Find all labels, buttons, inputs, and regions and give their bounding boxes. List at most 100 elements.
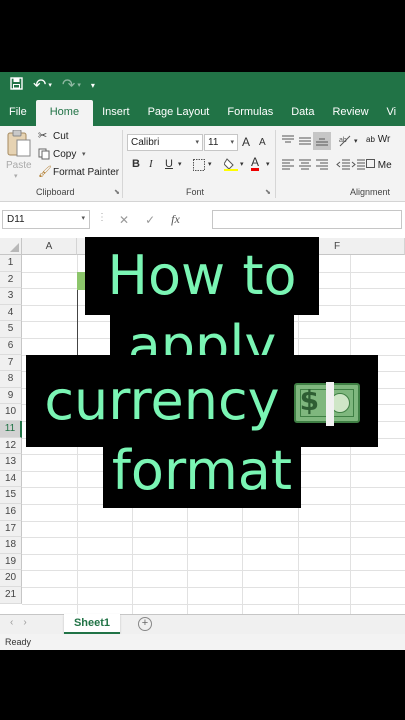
- customize-qat-icon[interactable]: ▾: [91, 81, 95, 90]
- tab-formulas[interactable]: Formulas: [218, 100, 282, 126]
- row-header-11[interactable]: 11: [0, 421, 22, 438]
- caption-line-4: format: [103, 434, 301, 508]
- name-box[interactable]: D11 ▾: [2, 210, 90, 229]
- italic-button[interactable]: I: [149, 158, 153, 170]
- scissors-icon: ✂: [38, 130, 48, 142]
- clipboard-launcher-icon[interactable]: ⬊: [114, 188, 120, 196]
- font-size-select[interactable]: 11 ▾: [204, 134, 238, 151]
- row-header-17[interactable]: 17: [0, 520, 22, 538]
- tab-insert[interactable]: Insert: [93, 100, 139, 126]
- align-left-icon[interactable]: [281, 159, 295, 171]
- grow-font-icon[interactable]: A: [242, 135, 250, 149]
- copy-icon: [38, 148, 50, 160]
- font-group-label: Font: [186, 187, 205, 197]
- formula-controls: ✕ ✓ fx: [111, 210, 211, 229]
- font-color-dropdown-icon[interactable]: ▾: [266, 160, 270, 168]
- row-header-2[interactable]: 2: [0, 271, 22, 289]
- row-header-5[interactable]: 5: [0, 321, 22, 338]
- align-center-icon[interactable]: [298, 159, 312, 171]
- gridline: [22, 603, 405, 605]
- ribbon-home: Paste ▾ ✂ Cut Copy ▾ 🖌 Format Painter Cl…: [0, 126, 405, 202]
- redo-button[interactable]: ↷ ▾: [62, 75, 81, 95]
- row-header-9[interactable]: 9: [0, 387, 22, 405]
- paste-label: Paste: [6, 160, 32, 171]
- caption-text: How to: [107, 244, 297, 307]
- status-text: Ready: [5, 637, 32, 647]
- align-middle-icon[interactable]: [298, 135, 312, 147]
- row-header-7[interactable]: 7: [0, 354, 22, 372]
- title-bar: ↶ ▾ ↷ ▾ ▾: [0, 72, 405, 98]
- orientation-icon[interactable]: ab: [338, 134, 352, 148]
- row-header-10[interactable]: 10: [0, 404, 22, 421]
- tab-review[interactable]: Review: [323, 100, 377, 126]
- row-header-1[interactable]: 1: [0, 255, 22, 272]
- brush-icon: 🖌: [38, 166, 52, 178]
- fill-color-dropdown-icon[interactable]: ▾: [240, 160, 244, 168]
- caption-text: currency: [44, 369, 280, 432]
- chevron-down-icon: ▾: [230, 139, 234, 146]
- decrease-indent-icon[interactable]: [336, 159, 350, 171]
- select-all-button[interactable]: [0, 238, 22, 255]
- row-header-6[interactable]: 6: [0, 338, 22, 355]
- merge-center-button[interactable]: Me: [366, 159, 392, 171]
- separator: [122, 130, 123, 198]
- paste-button[interactable]: Paste ▾: [4, 130, 34, 180]
- font-launcher-icon[interactable]: ⬊: [265, 188, 271, 196]
- tab-data[interactable]: Data: [282, 100, 323, 126]
- tab-file[interactable]: File: [0, 100, 36, 126]
- clipboard-group-label: Clipboard: [36, 187, 75, 197]
- formula-input[interactable]: [212, 210, 402, 229]
- borders-icon[interactable]: [193, 159, 205, 171]
- column-header-a[interactable]: A: [22, 238, 77, 255]
- status-bar: Ready: [0, 634, 405, 650]
- borders-dropdown-icon[interactable]: ▾: [208, 160, 212, 168]
- row-header-3[interactable]: 3: [0, 288, 22, 305]
- wrap-text-button[interactable]: ab Wr: [366, 134, 390, 145]
- undo-button[interactable]: ↶ ▾: [33, 75, 52, 95]
- money-icon: $: [293, 379, 360, 426]
- font-color-icon[interactable]: A: [251, 156, 260, 171]
- undo-icon: ↶: [33, 77, 47, 94]
- row-header-4[interactable]: 4: [0, 304, 22, 322]
- shrink-font-icon[interactable]: A: [259, 137, 266, 148]
- fill-color-icon[interactable]: [224, 157, 238, 171]
- sheet-tab-sheet1[interactable]: Sheet1: [64, 614, 120, 634]
- row-header-21[interactable]: 21: [0, 587, 22, 604]
- gridline: [22, 520, 405, 522]
- insert-function-icon[interactable]: fx: [171, 212, 180, 227]
- sheet-tab-bar: ‹› Sheet1 +: [0, 614, 405, 634]
- row-header-19[interactable]: 19: [0, 553, 22, 571]
- add-sheet-icon[interactable]: +: [138, 617, 152, 631]
- tab-view[interactable]: Vi: [378, 100, 405, 126]
- increase-indent-icon[interactable]: [351, 159, 365, 171]
- row-header-15[interactable]: 15: [0, 487, 22, 504]
- align-bottom-icon[interactable]: [313, 132, 331, 150]
- orientation-dropdown-icon[interactable]: ▾: [354, 137, 358, 145]
- sheet-nav-arrows-icon[interactable]: ‹›: [10, 617, 37, 628]
- row-header-14[interactable]: 14: [0, 470, 22, 488]
- gridline: [22, 537, 405, 539]
- chevron-down-icon: ▾: [81, 215, 85, 222]
- tab-home[interactable]: Home: [35, 100, 94, 126]
- cancel-icon[interactable]: ✕: [119, 213, 129, 227]
- font-name-select[interactable]: Calibri ▾: [127, 134, 203, 151]
- tab-page-layout[interactable]: Page Layout: [139, 100, 219, 126]
- enter-icon[interactable]: ✓: [145, 213, 155, 227]
- row-header-8[interactable]: 8: [0, 371, 22, 388]
- gridline: [22, 553, 405, 555]
- row-header-12[interactable]: 12: [0, 437, 22, 455]
- chevron-down-icon: ▾: [195, 139, 199, 146]
- row-header-13[interactable]: 13: [0, 454, 22, 471]
- underline-button[interactable]: U: [165, 158, 173, 170]
- gridline: [22, 587, 405, 588]
- row-header-18[interactable]: 18: [0, 537, 22, 554]
- align-top-icon[interactable]: [281, 135, 295, 147]
- align-right-icon[interactable]: [315, 159, 329, 171]
- bold-button[interactable]: B: [132, 158, 140, 170]
- row-header-16[interactable]: 16: [0, 504, 22, 521]
- row-header-20[interactable]: 20: [0, 570, 22, 587]
- underline-dropdown-icon[interactable]: ▾: [178, 160, 182, 168]
- save-icon[interactable]: [10, 77, 23, 93]
- formula-bar-grip-icon[interactable]: ⋮: [97, 212, 107, 223]
- font-size-value: 11: [208, 137, 219, 148]
